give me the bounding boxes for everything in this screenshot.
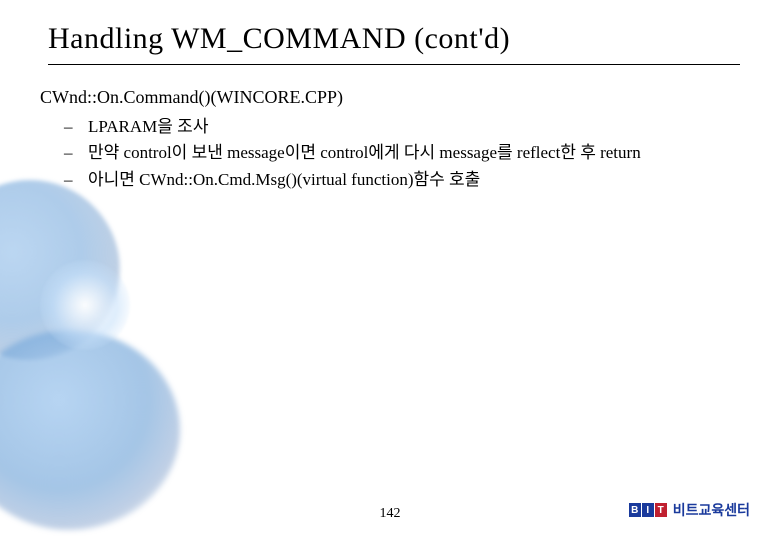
footer-brand: B I T 비트교육센터: [629, 500, 750, 520]
list-item: – LPARAM을 조사: [88, 114, 740, 140]
list-item-text: LPARAM을 조사: [88, 117, 208, 136]
bullet-dash-icon: –: [64, 140, 73, 166]
logo-letter: B: [629, 503, 641, 517]
logo-icon: B I T: [629, 503, 667, 517]
list-item: – 아니면 CWnd::On.Cmd.Msg()(virtual functio…: [88, 167, 740, 193]
bullet-dash-icon: –: [64, 114, 73, 140]
slide-content: Handling WM_COMMAND (cont'd) CWnd::On.Co…: [0, 0, 780, 193]
bullet-list: – LPARAM을 조사 – 만약 control이 보낸 message이면 …: [88, 114, 740, 193]
logo-letter: I: [642, 503, 654, 517]
list-item-text: 아니면 CWnd::On.Cmd.Msg()(virtual function)…: [88, 170, 480, 189]
slide-title: Handling WM_COMMAND (cont'd): [48, 22, 740, 62]
page-number: 142: [380, 506, 401, 522]
bullet-dash-icon: –: [64, 167, 73, 193]
list-item-text: 만약 control이 보낸 message이면 control에게 다시 me…: [88, 143, 641, 162]
title-underline: [48, 64, 740, 65]
section-heading: CWnd::On.Command()(WINCORE.CPP): [40, 87, 740, 108]
list-item: – 만약 control이 보낸 message이면 control에게 다시 …: [88, 140, 740, 166]
logo-letter: T: [655, 503, 667, 517]
brand-text: 비트교육센터: [673, 500, 750, 520]
